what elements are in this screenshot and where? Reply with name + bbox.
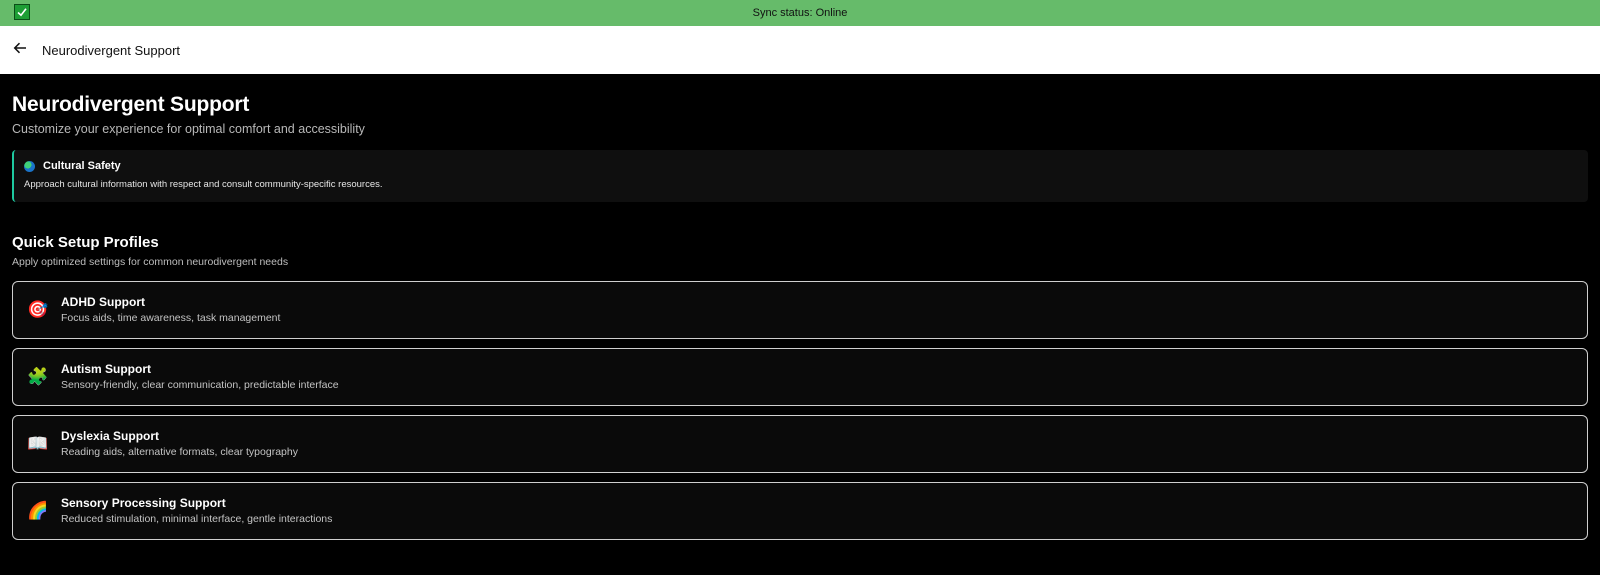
arrow-left-icon [13, 41, 27, 60]
cultural-safety-notice: Cultural Safety Approach cultural inform… [12, 150, 1588, 202]
profile-list: 🎯 ADHD Support Focus aids, time awarenes… [12, 281, 1588, 540]
profile-title: Sensory Processing Support [61, 496, 226, 510]
page-title: Neurodivergent Support [12, 93, 250, 116]
main-content: Neurodivergent Support Customize your ex… [12, 74, 1588, 549]
book-icon: 📖 [27, 433, 49, 454]
section-subtitle: Apply optimized settings for common neur… [12, 256, 289, 268]
profile-card-dyslexia[interactable]: 📖 Dyslexia Support Reading aids, alterna… [12, 415, 1588, 473]
profile-description: Reduced stimulation, minimal interface, … [61, 513, 333, 525]
checkmark-icon [14, 4, 30, 20]
target-icon: 🎯 [27, 299, 49, 320]
profile-description: Focus aids, time awareness, task managem… [61, 312, 281, 324]
header-title: Neurodivergent Support [42, 42, 181, 58]
sync-status-bar: Sync status: Online [0, 0, 1600, 26]
globe-icon [24, 160, 35, 172]
profile-description: Reading aids, alternative formats, clear… [61, 446, 298, 458]
sync-status-text: Sync status: Online [752, 7, 848, 19]
profile-title: ADHD Support [61, 295, 145, 309]
profile-title: Autism Support [61, 362, 151, 376]
puzzle-icon: 🧩 [27, 366, 49, 387]
section-title: Quick Setup Profiles [12, 234, 159, 251]
profile-card-adhd[interactable]: 🎯 ADHD Support Focus aids, time awarenes… [12, 281, 1588, 339]
back-button[interactable] [9, 39, 31, 61]
profile-title: Dyslexia Support [61, 429, 160, 443]
app-header: Neurodivergent Support [0, 26, 1600, 74]
notice-title: Cultural Safety [43, 160, 121, 172]
profile-description: Sensory-friendly, clear communication, p… [61, 379, 339, 391]
page-subtitle: Customize your experience for optimal co… [12, 122, 365, 136]
rainbow-icon: 🌈 [27, 500, 49, 521]
profile-card-autism[interactable]: 🧩 Autism Support Sensory-friendly, clear… [12, 348, 1588, 406]
notice-text: Approach cultural information with respe… [24, 179, 383, 190]
profile-card-sensory[interactable]: 🌈 Sensory Processing Support Reduced sti… [12, 482, 1588, 540]
